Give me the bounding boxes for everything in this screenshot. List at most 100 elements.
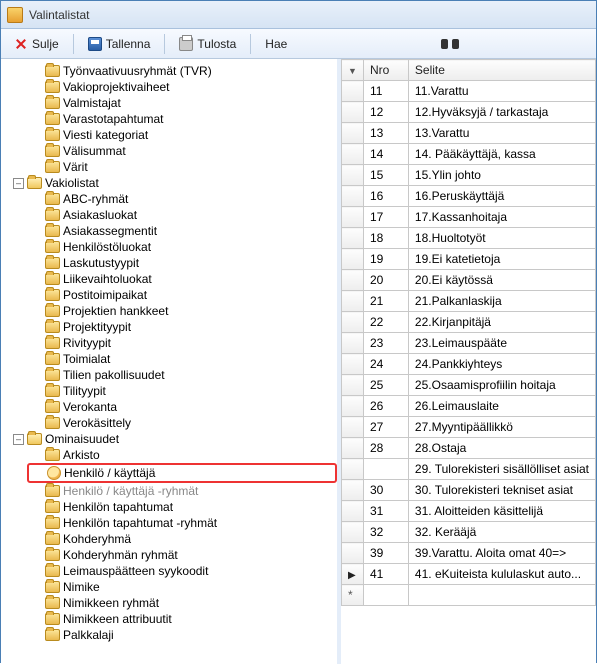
tree-item[interactable]: Valmistajat: [29, 95, 337, 111]
cell-nro[interactable]: 24: [363, 354, 408, 375]
cell-nro[interactable]: 23: [363, 333, 408, 354]
cell-nro[interactable]: 41: [363, 564, 408, 585]
row-header[interactable]: ▶: [342, 564, 364, 585]
cell-nro[interactable]: 21: [363, 291, 408, 312]
cell-nro[interactable]: 17: [363, 207, 408, 228]
row-header[interactable]: [342, 438, 364, 459]
tree-item[interactable]: Rivityypit: [29, 335, 337, 351]
table-row[interactable]: 2020.Ei käytössä: [342, 270, 596, 291]
cell-nro[interactable]: 30: [363, 480, 408, 501]
row-header[interactable]: [342, 165, 364, 186]
cell-selite[interactable]: 21.Palkanlaskija: [408, 291, 595, 312]
tree-item[interactable]: Nimikkeen attribuutit: [29, 611, 337, 627]
tree-item[interactable]: Palkkalaji: [29, 627, 337, 643]
tree-item[interactable]: Arkisto: [29, 447, 337, 463]
tree-item[interactable]: Henkilöstöluokat: [29, 239, 337, 255]
table-row[interactable]: 1616.Peruskäyttäjä: [342, 186, 596, 207]
cell-nro[interactable]: 31: [363, 501, 408, 522]
cell-selite[interactable]: 26.Leimauslaite: [408, 396, 595, 417]
cell-selite[interactable]: 29. Tulorekisteri sisällölliset asiat: [408, 459, 595, 480]
new-row[interactable]: *: [342, 585, 596, 606]
cell-selite[interactable]: 41. eKuiteista kululaskut auto...: [408, 564, 595, 585]
table-row[interactable]: 2121.Palkanlaskija: [342, 291, 596, 312]
table-row[interactable]: ▶4141. eKuiteista kululaskut auto...: [342, 564, 596, 585]
cell-selite[interactable]: 27.Myyntipäällikkö: [408, 417, 595, 438]
table-row[interactable]: 1212.Hyväksyjä / tarkastaja: [342, 102, 596, 123]
table-row[interactable]: 2626.Leimauslaite: [342, 396, 596, 417]
row-header[interactable]: [342, 81, 364, 102]
cell-selite[interactable]: 22.Kirjanpitäjä: [408, 312, 595, 333]
cell-selite[interactable]: 15.Ylin johto: [408, 165, 595, 186]
table-row[interactable]: 1919.Ei katetietoja: [342, 249, 596, 270]
table-row[interactable]: 2525.Osaamisprofiilin hoitaja: [342, 375, 596, 396]
cell-selite[interactable]: 23.Leimauspääte: [408, 333, 595, 354]
tree-item[interactable]: Välisummat: [29, 143, 337, 159]
cell-selite[interactable]: 13.Varattu: [408, 123, 595, 144]
cell-nro[interactable]: 18: [363, 228, 408, 249]
find-button[interactable]: [434, 34, 466, 54]
tree-branch[interactable]: –Ominaisuudet: [11, 431, 337, 447]
tree-item[interactable]: Työnvaativuusryhmät (TVR): [29, 63, 337, 79]
table-row[interactable]: 2323.Leimauspääte: [342, 333, 596, 354]
tree-item[interactable]: Projektien hankkeet: [29, 303, 337, 319]
row-selector-header[interactable]: ▼: [342, 60, 364, 81]
cell-selite[interactable]: 16.Peruskäyttäjä: [408, 186, 595, 207]
cell-selite[interactable]: 11.Varattu: [408, 81, 595, 102]
row-header[interactable]: [342, 396, 364, 417]
tree-item[interactable]: Kohderyhmä: [29, 531, 337, 547]
search-button[interactable]: Hae: [258, 33, 294, 55]
cell-selite[interactable]: 39.Varattu. Aloita omat 40=>: [408, 543, 595, 564]
cell-nro[interactable]: 20: [363, 270, 408, 291]
new-row-indicator[interactable]: *: [342, 585, 364, 606]
tree-item[interactable]: Laskutustyypit: [29, 255, 337, 271]
tree-branch[interactable]: –Vakiolistat: [11, 175, 337, 191]
tree-item[interactable]: Asiakassegmentit: [29, 223, 337, 239]
tree-item[interactable]: Kohderyhmän ryhmät: [29, 547, 337, 563]
tree-item[interactable]: Leimauspäätteen syykoodit: [29, 563, 337, 579]
cell-nro[interactable]: 25: [363, 375, 408, 396]
cell-nro[interactable]: 16: [363, 186, 408, 207]
table-row[interactable]: 3232. Kerääjä: [342, 522, 596, 543]
cell-nro[interactable]: 15: [363, 165, 408, 186]
cell-nro[interactable]: 39: [363, 543, 408, 564]
table-row[interactable]: 1818.Huoltotyöt: [342, 228, 596, 249]
col-selite-header[interactable]: Selite: [408, 60, 595, 81]
cell-selite[interactable]: 20.Ei käytössä: [408, 270, 595, 291]
table-row[interactable]: 1717.Kassanhoitaja: [342, 207, 596, 228]
cell-nro[interactable]: 27: [363, 417, 408, 438]
table-row[interactable]: 1414. Pääkäyttäjä, kassa: [342, 144, 596, 165]
tree-item[interactable]: Nimike: [29, 579, 337, 595]
tree-item[interactable]: Varastotapahtumat: [29, 111, 337, 127]
cell-nro[interactable]: 19: [363, 249, 408, 270]
cell-nro[interactable]: 13: [363, 123, 408, 144]
tree-item[interactable]: Toimialat: [29, 351, 337, 367]
cell-selite[interactable]: 18.Huoltotyöt: [408, 228, 595, 249]
tree-item[interactable]: Viesti kategoriat: [29, 127, 337, 143]
row-header[interactable]: [342, 480, 364, 501]
collapse-icon[interactable]: –: [13, 434, 24, 445]
cell-selite[interactable]: 25.Osaamisprofiilin hoitaja: [408, 375, 595, 396]
cell-selite[interactable]: 32. Kerääjä: [408, 522, 595, 543]
close-button[interactable]: Sulje: [7, 33, 66, 55]
tree-item[interactable]: Värit: [29, 159, 337, 175]
tree-item[interactable]: Postitoimipaikat: [29, 287, 337, 303]
tree-item[interactable]: Tilityypit: [29, 383, 337, 399]
col-nro-header[interactable]: Nro: [363, 60, 408, 81]
tree-item[interactable]: Asiakasluokat: [29, 207, 337, 223]
row-header[interactable]: [342, 501, 364, 522]
tree-item[interactable]: Henkilön tapahtumat -ryhmät: [29, 515, 337, 531]
tree-item[interactable]: Nimikkeen ryhmät: [29, 595, 337, 611]
data-grid[interactable]: ▼ Nro Selite 1111.Varattu1212.Hyväksyjä …: [341, 59, 596, 606]
tree-item[interactable]: Verokanta: [29, 399, 337, 415]
tree-item[interactable]: Henkilö / käyttäjä -ryhmät: [29, 483, 337, 499]
cell-selite[interactable]: 28.Ostaja: [408, 438, 595, 459]
cell-selite[interactable]: 14. Pääkäyttäjä, kassa: [408, 144, 595, 165]
row-header[interactable]: [342, 186, 364, 207]
table-row[interactable]: 1313.Varattu: [342, 123, 596, 144]
table-row[interactable]: 1111.Varattu: [342, 81, 596, 102]
cell-nro[interactable]: 14: [363, 144, 408, 165]
row-header[interactable]: [342, 543, 364, 564]
save-button[interactable]: Tallenna: [81, 33, 158, 55]
cell-nro[interactable]: 26: [363, 396, 408, 417]
tree-item[interactable]: Liikevaihtoluokat: [29, 271, 337, 287]
